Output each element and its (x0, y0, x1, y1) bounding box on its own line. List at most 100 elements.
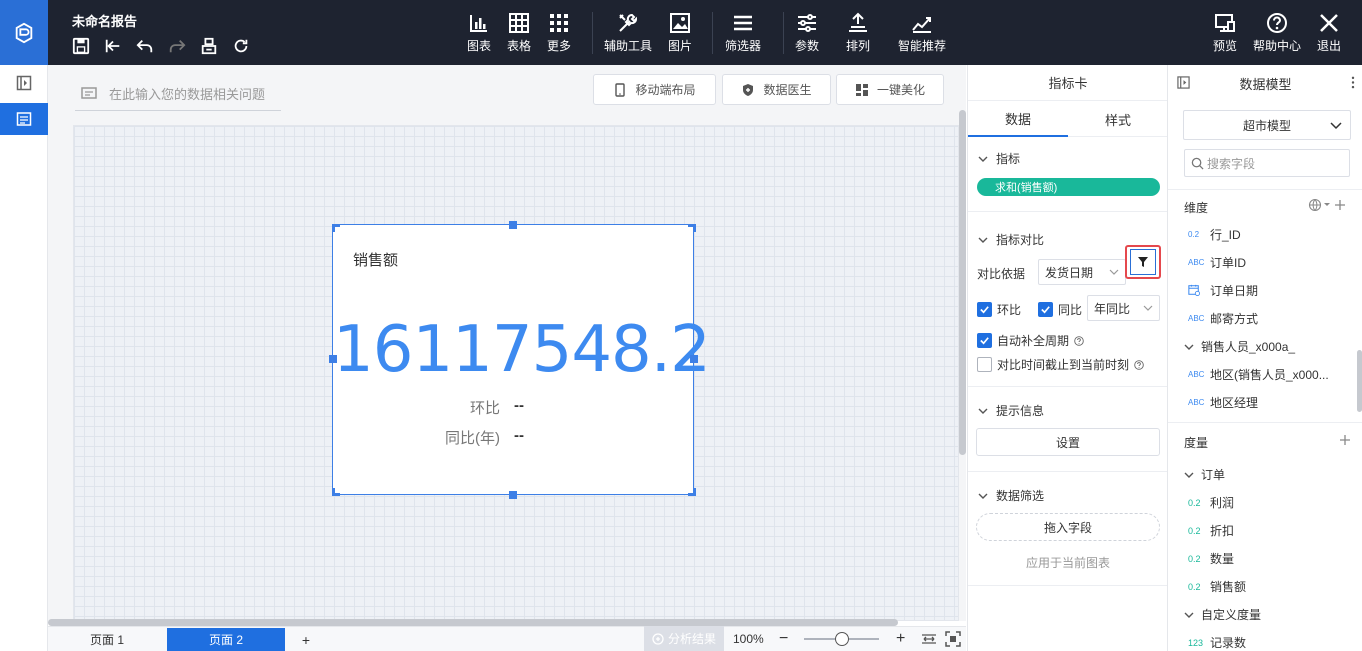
resize-handle-br-v[interactable] (693, 488, 696, 496)
page-tab-1[interactable]: 页面 1 (64, 628, 150, 651)
exit-button[interactable]: 退出 (1317, 12, 1341, 54)
smart-recommend-button[interactable]: 智能推荐 (898, 12, 946, 54)
add-measure-icon[interactable] (1339, 434, 1351, 446)
analysis-result-button[interactable]: 分析结果 (644, 626, 724, 651)
custom-measure-folder[interactable]: 自定义度量 (1184, 606, 1261, 623)
chevron-down-icon (978, 493, 988, 499)
tip-section-header[interactable]: 提示信息 (978, 402, 1044, 419)
canvas-horizontal-scrollbar[interactable] (48, 619, 898, 626)
redo-icon[interactable] (166, 36, 188, 56)
analysis-icon (652, 632, 664, 645)
resize-handle-top[interactable] (509, 221, 517, 229)
field-search-input[interactable]: 搜索字段 (1184, 149, 1350, 177)
compare-filter-button[interactable] (1125, 245, 1161, 279)
list-filter-icon (734, 15, 752, 31)
chevron-down-icon (1184, 344, 1194, 350)
ask-data-input[interactable]: 在此输入您的数据相关问题 (75, 77, 281, 111)
more-vertical-icon[interactable] (1351, 76, 1355, 89)
dimension-item[interactable]: ABC 邮寄方式 (1188, 310, 1258, 327)
resize-handle-tl-v[interactable] (332, 224, 335, 232)
logo-icon (15, 22, 33, 43)
tip-settings-button[interactable]: 设置 (976, 428, 1160, 456)
image-icon (670, 13, 690, 33)
dimension-item[interactable]: 0.2 行_ID (1188, 226, 1241, 243)
mobile-layout-button[interactable]: 移动端布局 (593, 74, 716, 105)
resize-handle-bl-v[interactable] (332, 488, 335, 496)
dimension-item[interactable]: 订单日期 (1188, 282, 1258, 299)
help-icon[interactable] (1134, 359, 1144, 370)
undo-icon[interactable] (134, 36, 156, 56)
yoy-checkbox[interactable]: 同比 (1038, 301, 1082, 318)
resize-handle-bottom[interactable] (509, 491, 517, 499)
compare-section-header[interactable]: 指标对比 (978, 231, 1044, 248)
model-scrollbar[interactable] (1357, 350, 1362, 412)
shield-plus-icon (743, 83, 754, 96)
resize-handle-right[interactable] (690, 355, 698, 363)
dimension-item[interactable]: ABC 地区经理 (1188, 394, 1258, 411)
measure-folder[interactable]: 订单 (1184, 466, 1225, 483)
filter-section-header[interactable]: 数据筛选 (978, 487, 1044, 504)
apply-current-chart-text[interactable]: 应用于当前图表 (968, 554, 1168, 571)
expand-panel-button[interactable] (0, 67, 48, 99)
report-page-button[interactable] (0, 103, 48, 135)
dimension-item[interactable]: ABC 地区(销售人员_x000... (1188, 366, 1329, 383)
dimension-folder[interactable]: 销售人员_x000a_ (1184, 338, 1295, 355)
metric-section-header[interactable]: 指标 (978, 150, 1020, 167)
layout-icon (855, 83, 868, 96)
chart-button[interactable]: 图表 (467, 12, 491, 54)
resize-handle-tr-v[interactable] (693, 224, 696, 232)
table-button[interactable]: 表格 (507, 12, 531, 54)
aux-tools-button[interactable]: 辅助工具 (604, 12, 652, 54)
drag-field-dropzone[interactable]: 拖入字段 (976, 513, 1160, 541)
filter-component-button[interactable]: 筛选器 (725, 12, 761, 54)
zoom-slider[interactable] (804, 626, 879, 651)
data-doctor-button[interactable]: 数据医生 (722, 74, 831, 105)
add-page-button[interactable]: + (292, 628, 320, 651)
arrange-button[interactable]: 排列 (846, 12, 870, 54)
measure-item[interactable]: 0.2 数量 (1188, 550, 1234, 567)
metric-card[interactable]: 销售额 16117548.2 环比 -- 同比(年) -- (332, 224, 711, 495)
auto-fill-checkbox[interactable]: 自动补全周期 (977, 332, 1084, 349)
app-logo[interactable] (0, 0, 48, 65)
back-icon[interactable] (102, 36, 124, 56)
cutoff-checkbox[interactable]: 对比时间截止到当前时刻 (977, 356, 1144, 373)
image-button[interactable]: 图片 (668, 12, 692, 54)
globe-add-icon[interactable] (1308, 198, 1348, 212)
more-button[interactable]: 更多 (547, 12, 571, 54)
chevron-down-icon (1109, 269, 1119, 275)
save-icon[interactable] (70, 36, 92, 56)
help-icon (1267, 13, 1287, 33)
measure-item[interactable]: 0.2 利润 (1188, 494, 1234, 511)
compare-basis-label: 对比依据 (977, 267, 1026, 281)
refresh-icon[interactable] (230, 36, 252, 56)
card-title: 销售额 (353, 252, 399, 269)
chat-icon (81, 86, 97, 99)
help-icon[interactable] (1074, 335, 1084, 346)
fit-width-button[interactable] (921, 626, 937, 651)
tab-data[interactable]: 数据 (968, 101, 1068, 137)
chevron-down-icon (1184, 472, 1194, 478)
format-painter-icon[interactable] (198, 36, 220, 56)
mom-checkbox[interactable]: 环比 (977, 301, 1021, 318)
measure-item[interactable]: 0.2 销售额 (1188, 578, 1246, 595)
metric-field-pill[interactable]: 求和(销售额) (977, 178, 1160, 196)
model-select[interactable]: 超市模型 (1183, 110, 1351, 140)
preview-button[interactable]: 预览 (1213, 12, 1237, 54)
arrange-icon (849, 12, 867, 32)
zoom-out-button[interactable]: − (779, 626, 788, 651)
measure-item[interactable]: 123 记录数 (1188, 634, 1246, 651)
help-center-button[interactable]: 帮助中心 (1253, 12, 1301, 54)
resize-handle-left[interactable] (329, 355, 337, 363)
tab-style[interactable]: 样式 (1068, 101, 1168, 137)
zoom-slider-thumb[interactable] (835, 631, 849, 646)
zoom-in-button[interactable]: + (896, 626, 905, 651)
beautify-button[interactable]: 一键美化 (836, 74, 944, 105)
compare-basis-select[interactable]: 发货日期 (1038, 259, 1126, 285)
param-button[interactable]: 参数 (795, 12, 819, 54)
page-tab-2[interactable]: 页面 2 (167, 628, 285, 651)
canvas-vertical-scrollbar[interactable] (959, 110, 966, 455)
dimension-item[interactable]: ABC 订单ID (1188, 254, 1246, 271)
yoy-type-select[interactable]: 年同比 (1087, 295, 1160, 321)
measure-item[interactable]: 0.2 折扣 (1188, 522, 1234, 539)
fullscreen-button[interactable] (945, 626, 961, 651)
